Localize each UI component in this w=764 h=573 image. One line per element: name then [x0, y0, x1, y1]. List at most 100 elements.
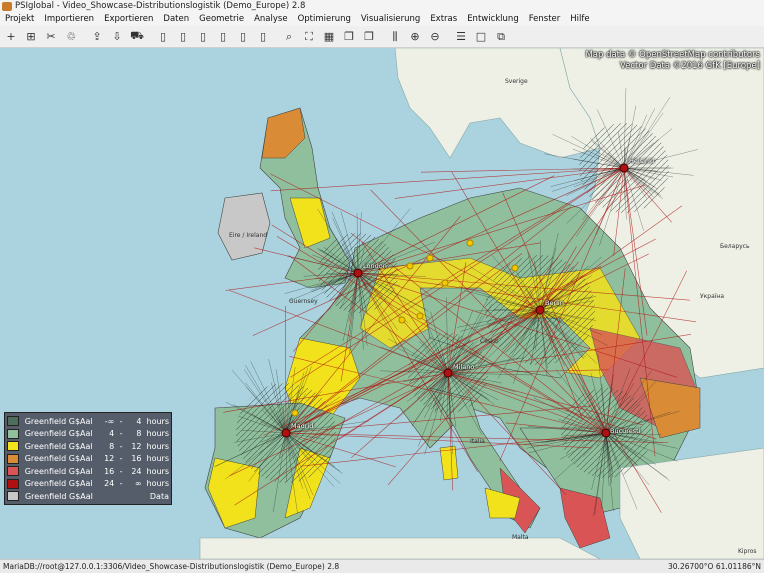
menu-analyse[interactable]: Analyse	[249, 14, 292, 24]
legend-swatch	[7, 453, 19, 464]
cut-icon[interactable]: ✂	[42, 28, 60, 46]
legend-label: Greenfield G$Aal	[24, 416, 93, 426]
place-label: Україна	[700, 293, 725, 300]
search-icon[interactable]: ⌕	[280, 28, 298, 46]
attribution-osm: Map data © OpenStreetMap contributors	[585, 50, 760, 60]
place-label: Беларусь	[720, 243, 750, 250]
legend-from: 24	[104, 479, 115, 489]
square-icon[interactable]: □	[472, 28, 490, 46]
legend-from: 4	[109, 429, 115, 439]
legend-label: Greenfield G$Aal	[24, 454, 93, 464]
map-attribution: Map data © OpenStreetMap contributors Ve…	[585, 50, 760, 72]
legend-row: Greenfield G$Aal 8 - 12 hours	[7, 440, 169, 453]
menu-bar: Projekt Importieren Exportieren Daten Ge…	[0, 12, 764, 26]
zoom-extent-icon[interactable]: ⛶	[300, 28, 318, 46]
menu-visualisierung[interactable]: Visualisierung	[356, 14, 425, 24]
zoom-out-icon[interactable]: ⊖	[426, 28, 444, 46]
layers-icon[interactable]: ❐	[340, 28, 358, 46]
hub-label-berlin: Berlin	[545, 299, 564, 307]
legend-to: 4	[136, 416, 142, 426]
legend-label: Greenfield G$Aal	[24, 479, 93, 489]
layers-icon[interactable]: ❐	[360, 28, 378, 46]
legend-swatch	[7, 441, 19, 452]
legend-swatch	[7, 491, 19, 502]
clean-icon[interactable]: ♲	[62, 28, 80, 46]
windows-icon[interactable]: ⧉	[492, 28, 510, 46]
window-title: PSIglobal - Video_Showcase-Distributions…	[15, 1, 306, 11]
add-icon[interactable]: ⊞	[22, 28, 40, 46]
page-icon[interactable]: ▯	[154, 28, 172, 46]
legend-label: Greenfield G$Aal	[24, 441, 93, 451]
legend-row: Greenfield G$Aal -∞ - 4 hours	[7, 415, 169, 428]
hub-marker-berlin[interactable]	[535, 305, 545, 315]
legend-unit: Data	[149, 491, 169, 501]
title-bar: PSIglobal - Video_Showcase-Distributions…	[0, 0, 764, 12]
menu-daten[interactable]: Daten	[158, 14, 194, 24]
hub-label-london: London	[363, 262, 387, 270]
legend-dash: -	[119, 466, 123, 476]
legend-from: 8	[109, 441, 115, 451]
page-icon[interactable]: ▯	[214, 28, 232, 46]
legend-to: ∞	[134, 479, 142, 489]
hub-marker-helsinki[interactable]	[619, 163, 629, 173]
hub-label-bucuresti: Bucuresti	[610, 427, 641, 435]
new-file-icon[interactable]: +	[2, 28, 20, 46]
page-icon[interactable]: ▯	[194, 28, 212, 46]
hub-marker-bucuresti[interactable]	[601, 428, 611, 438]
legend-dash: -	[119, 416, 123, 426]
toolbar: + ⊞ ✂ ♲ ⇪ ⇩ ⛟ ▯ ▯ ▯ ▯ ▯ ▯ ⌕ ⛶ ▦ ❐ ❐ ⫼ ⊕ …	[0, 26, 764, 48]
legend-dash: -	[119, 429, 123, 439]
menu-entwicklung[interactable]: Entwicklung	[462, 14, 524, 24]
legend-dash: -	[119, 441, 123, 451]
map-legend: Greenfield G$Aal -∞ - 4 hours Greenfield…	[4, 412, 172, 505]
zoom-in-icon[interactable]: ⊕	[406, 28, 424, 46]
place-label: Sverige	[505, 78, 528, 85]
hub-marker-london[interactable]	[353, 268, 363, 278]
car-icon[interactable]: ⛟	[128, 28, 146, 46]
legend-to: 8	[136, 429, 142, 439]
map-icon[interactable]: ▦	[320, 28, 338, 46]
legend-to: 16	[131, 454, 142, 464]
menu-importieren[interactable]: Importieren	[39, 14, 99, 24]
page-icon[interactable]: ▯	[174, 28, 192, 46]
place-label: Kipros	[738, 548, 757, 555]
page-icon[interactable]: ▯	[234, 28, 252, 46]
hub-label-madrid: Madrid	[291, 422, 314, 430]
legend-unit: hours	[146, 466, 170, 476]
legend-unit: hours	[146, 454, 170, 464]
bar-chart-icon[interactable]: ⫼	[386, 28, 404, 46]
menu-exportieren[interactable]: Exportieren	[99, 14, 158, 24]
legend-label: Greenfield G$Aal	[24, 429, 93, 439]
hub-marker-madrid[interactable]	[281, 428, 291, 438]
legend-swatch	[7, 478, 19, 489]
export-icon[interactable]: ⇩	[108, 28, 126, 46]
menu-optimierung[interactable]: Optimierung	[293, 14, 356, 24]
legend-from: 16	[104, 466, 115, 476]
app-logo-icon	[2, 1, 12, 11]
legend-swatch	[7, 416, 19, 427]
place-label: Italia	[470, 438, 485, 445]
menu-geometrie[interactable]: Geometrie	[194, 14, 249, 24]
place-label: Česko	[480, 338, 498, 345]
legend-unit: hours	[146, 429, 170, 439]
legend-swatch	[7, 428, 19, 439]
import-icon[interactable]: ⇪	[88, 28, 106, 46]
menu-fenster[interactable]: Fenster	[524, 14, 566, 24]
place-label: Eire / Ireland	[229, 232, 268, 239]
legend-row: Greenfield G$Aal 12 - 16 hours	[7, 453, 169, 466]
hub-marker-milano[interactable]	[443, 368, 453, 378]
menu-hilfe[interactable]: Hilfe	[565, 14, 594, 24]
legend-label: Greenfield G$Aal	[24, 491, 93, 501]
legend-from: 12	[104, 454, 115, 464]
legend-label: Greenfield G$Aal	[24, 466, 93, 476]
filter-icon[interactable]: ☰	[452, 28, 470, 46]
legend-to: 24	[131, 466, 142, 476]
menu-extras[interactable]: Extras	[425, 14, 462, 24]
status-bar: MariaDB://root@127.0.0.1:3306/Video_Show…	[0, 559, 764, 573]
status-connection: MariaDB://root@127.0.0.1:3306/Video_Show…	[3, 562, 340, 571]
legend-row: Greenfield G$Aal Data	[7, 490, 169, 503]
page-icon[interactable]: ▯	[254, 28, 272, 46]
menu-projekt[interactable]: Projekt	[0, 14, 39, 24]
legend-dash: -	[119, 454, 123, 464]
attribution-gfk: Vector Data ©2016 GfK [Europe]	[620, 61, 760, 71]
